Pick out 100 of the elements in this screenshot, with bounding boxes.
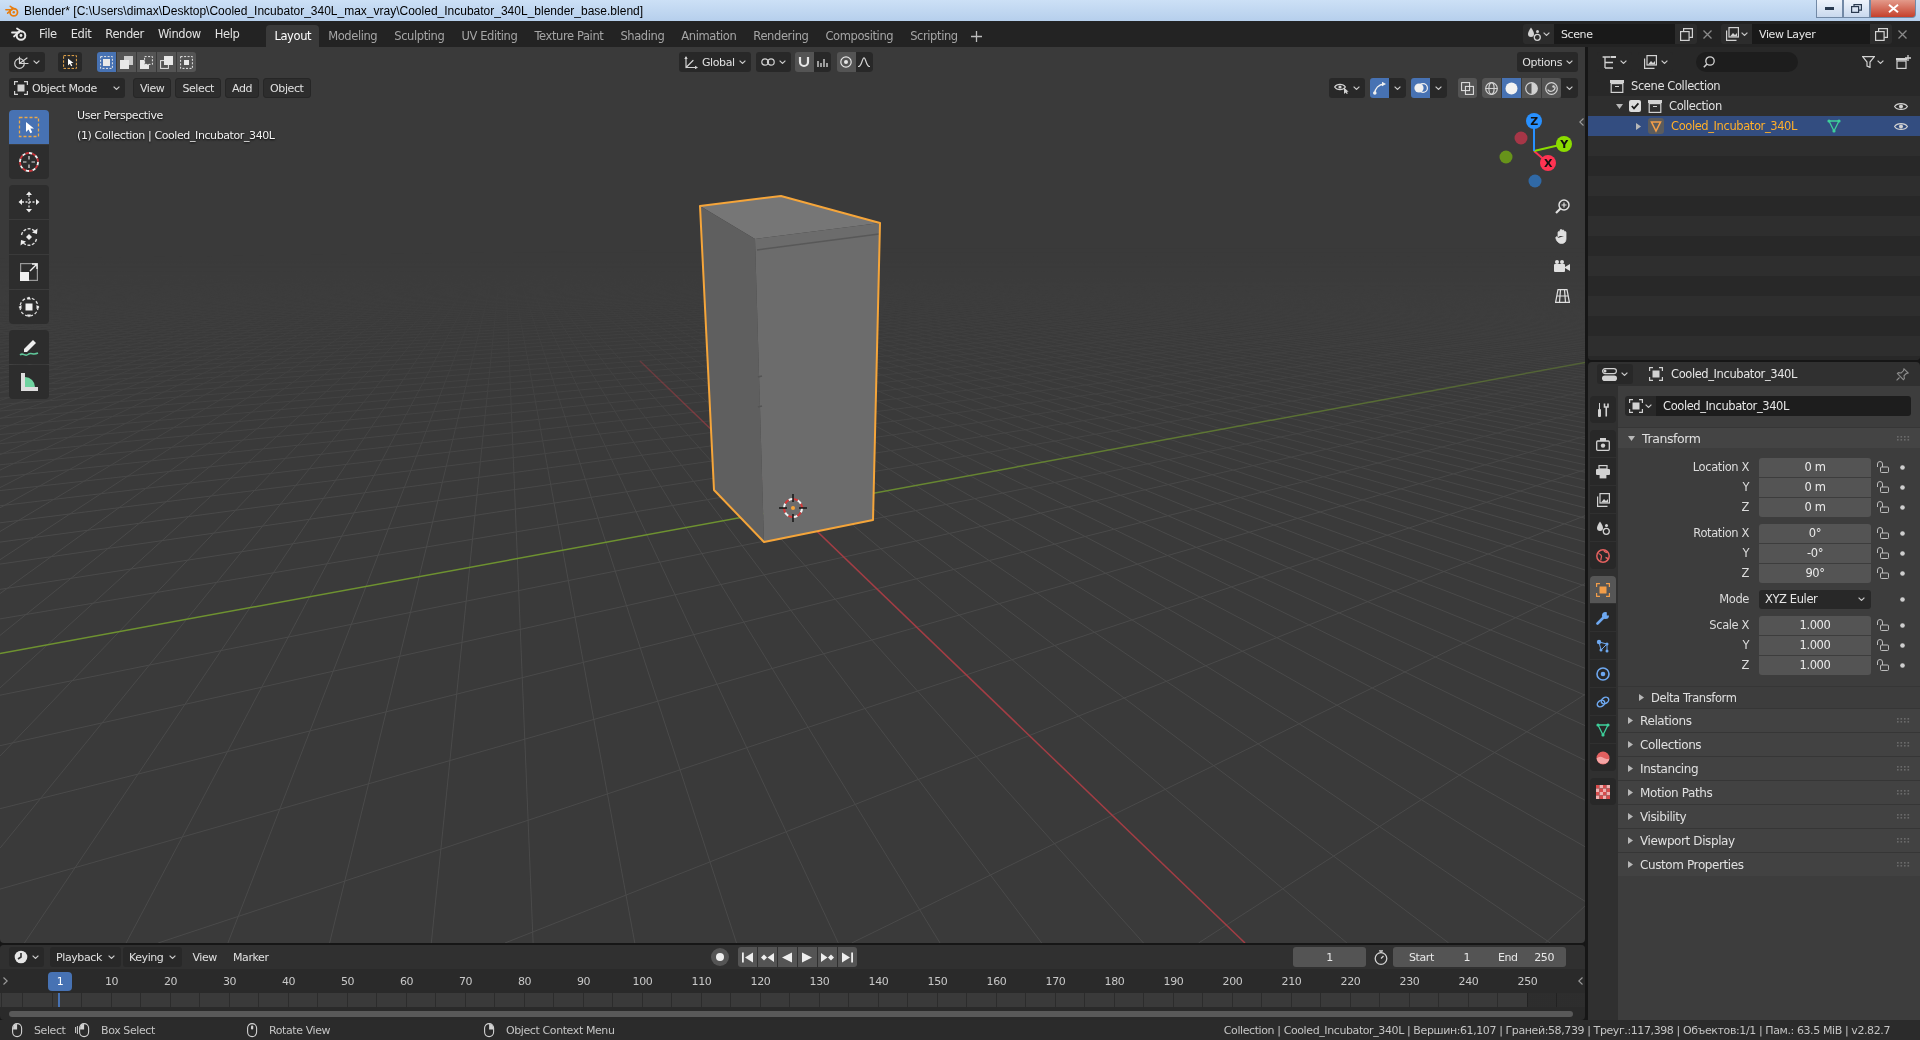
- tool-button[interactable]: [9, 185, 49, 219]
- outliner-row[interactable]: Scene Collection: [1588, 76, 1920, 96]
- navigation-gizmo[interactable]: X Y Z: [1494, 111, 1574, 191]
- mode-dropdown[interactable]: Object Mode: [9, 78, 125, 98]
- properties-tab[interactable]: [1590, 744, 1616, 771]
- workspace-tab[interactable]: UV Editing: [453, 25, 526, 47]
- snap-toggle[interactable]: [794, 52, 814, 72]
- unlocked-icon[interactable]: [1877, 527, 1889, 539]
- tool-button[interactable]: [9, 290, 49, 324]
- properties-tab[interactable]: [1590, 604, 1616, 631]
- number-field[interactable]: 1.000: [1759, 615, 1871, 635]
- axis-handle[interactable]: X: [1540, 155, 1556, 171]
- axis-handle[interactable]: Y: [1556, 136, 1572, 152]
- keyframe-dot-icon[interactable]: [1900, 642, 1905, 648]
- axis-handle[interactable]: Z: [1526, 113, 1542, 129]
- previous-keyframe-button[interactable]: [757, 947, 777, 967]
- region-toggle-button[interactable]: [2, 976, 8, 986]
- xray-toggle[interactable]: [1458, 78, 1477, 98]
- unlocked-icon[interactable]: [1877, 481, 1889, 493]
- workspace-tab[interactable]: Shading: [612, 25, 673, 47]
- properties-tab[interactable]: [1590, 514, 1616, 541]
- drag-handle-icon[interactable]: [1897, 435, 1910, 441]
- number-field[interactable]: 0°: [1759, 523, 1871, 543]
- number-field[interactable]: 0 m: [1759, 497, 1871, 517]
- header-menu[interactable]: Select: [175, 78, 221, 98]
- tool-button[interactable]: [9, 365, 49, 399]
- number-field[interactable]: 1.000: [1759, 635, 1871, 655]
- workspace-tab[interactable]: Compositing: [817, 25, 902, 47]
- selection-mode-button[interactable]: [137, 52, 156, 72]
- new-scene-button[interactable]: [1675, 24, 1697, 44]
- selectability-dropdown[interactable]: [1329, 78, 1365, 98]
- jump-to-end-button[interactable]: [837, 947, 857, 967]
- keyframe-dot-icon[interactable]: [1900, 530, 1905, 536]
- data-browse-dropdown[interactable]: [1625, 396, 1656, 416]
- properties-tab[interactable]: [1590, 542, 1616, 569]
- gizmos-toggle[interactable]: [1370, 78, 1389, 98]
- tool-button[interactable]: [9, 220, 49, 254]
- restore-button[interactable]: [1843, 0, 1870, 18]
- view-layer-browse-dropdown[interactable]: [1721, 24, 1752, 44]
- playhead-frame-badge[interactable]: 1: [48, 971, 72, 991]
- panel-header[interactable]: Visibility: [1618, 804, 1920, 828]
- header-menu[interactable]: Add: [224, 78, 260, 98]
- workspace-tab[interactable]: Rendering: [745, 25, 817, 47]
- properties-tab[interactable]: [1590, 688, 1616, 715]
- proportional-editing-toggle[interactable]: [836, 52, 856, 72]
- drag-handle-icon[interactable]: [1897, 862, 1910, 867]
- number-field[interactable]: 0 m: [1759, 477, 1871, 497]
- properties-tab[interactable]: [1590, 458, 1616, 485]
- close-window-button[interactable]: [1870, 0, 1916, 18]
- unlocked-icon[interactable]: [1877, 547, 1889, 559]
- selection-mode-button[interactable]: [177, 52, 196, 72]
- workspace-tab[interactable]: Modeling: [320, 25, 386, 47]
- drag-handle-icon[interactable]: [1897, 814, 1910, 819]
- auto-keying-button[interactable]: [710, 948, 729, 966]
- workspace-tab[interactable]: Texture Paint: [526, 25, 612, 47]
- selection-mode-button[interactable]: [157, 52, 176, 72]
- outliner-row[interactable]: Collection: [1588, 96, 1920, 116]
- selection-mode-button[interactable]: [97, 52, 116, 72]
- keyframe-dot-icon[interactable]: [1900, 464, 1905, 470]
- keyframe-dot-icon[interactable]: [1900, 550, 1905, 556]
- panel-header[interactable]: Collections: [1618, 732, 1920, 756]
- properties-tab[interactable]: [1590, 632, 1616, 659]
- sidebar-toggle-button[interactable]: [1578, 116, 1584, 128]
- unlocked-icon[interactable]: [1877, 659, 1889, 671]
- drag-handle-icon[interactable]: [1897, 718, 1910, 723]
- properties-tab[interactable]: [1590, 486, 1616, 513]
- jump-to-start-button[interactable]: [737, 947, 757, 967]
- end-frame-field[interactable]: End 250: [1482, 947, 1566, 967]
- menu-item[interactable]: File: [32, 24, 64, 44]
- properties-tab[interactable]: [1590, 778, 1616, 805]
- header-menu[interactable]: View: [186, 947, 223, 967]
- keyframe-dot-icon[interactable]: [1900, 504, 1905, 510]
- properties-tab[interactable]: [1590, 396, 1616, 423]
- start-frame-field[interactable]: Start 1: [1393, 947, 1482, 967]
- options-dropdown[interactable]: Options: [1517, 52, 1578, 72]
- shading-mode-button[interactable]: [1522, 78, 1541, 98]
- tool-button[interactable]: [9, 255, 49, 289]
- checked-checkbox-icon[interactable]: [1629, 100, 1641, 112]
- play-reverse-button[interactable]: [777, 947, 797, 967]
- eye-icon[interactable]: [1894, 121, 1908, 131]
- header-menu[interactable]: Marker: [226, 947, 275, 967]
- editor-type-button[interactable]: [9, 947, 44, 967]
- scene-name-field[interactable]: Scene: [1554, 24, 1675, 44]
- header-menu[interactable]: Object: [263, 78, 311, 98]
- keyframe-dot-icon[interactable]: [1900, 596, 1905, 602]
- shading-mode-button[interactable]: [1502, 78, 1521, 98]
- panel-header[interactable]: Relations: [1618, 708, 1920, 732]
- number-field[interactable]: -0°: [1759, 543, 1871, 563]
- current-frame-field[interactable]: 1: [1293, 947, 1366, 967]
- menu-item[interactable]: Render: [98, 24, 151, 44]
- new-view-layer-button[interactable]: [1870, 24, 1892, 44]
- drag-handle-icon[interactable]: [1897, 790, 1910, 795]
- shading-mode-button[interactable]: [1542, 78, 1561, 98]
- header-menu[interactable]: View: [132, 78, 172, 98]
- view-layer-name-field[interactable]: View Layer: [1752, 24, 1870, 44]
- keyframe-dot-icon[interactable]: [1900, 570, 1905, 576]
- unlocked-icon[interactable]: [1877, 501, 1889, 513]
- number-field[interactable]: 90°: [1759, 563, 1871, 583]
- keyframe-dot-icon[interactable]: [1900, 484, 1905, 490]
- keyframe-dot-icon[interactable]: [1900, 622, 1905, 628]
